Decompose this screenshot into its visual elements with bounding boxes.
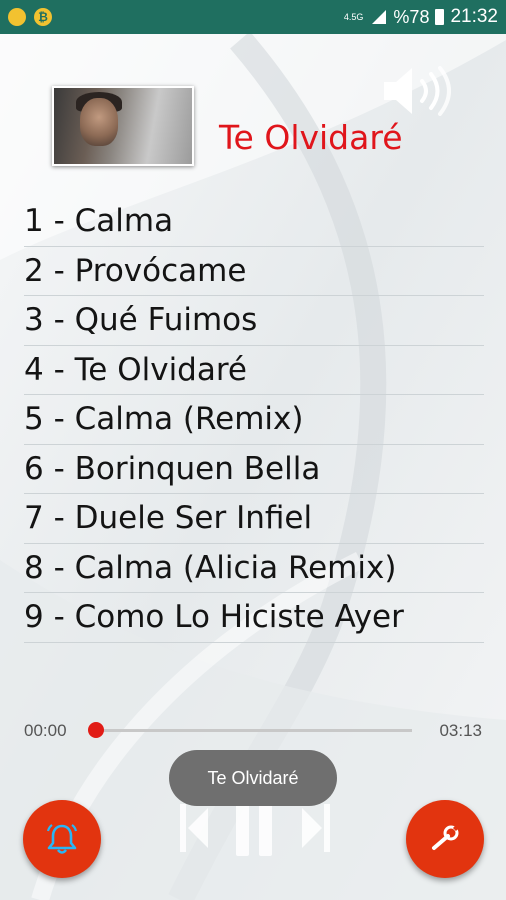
bell-icon — [46, 824, 78, 854]
track-label: 1 - Calma — [24, 203, 174, 240]
track-item[interactable]: 7 - Duele Ser Infiel — [24, 494, 484, 544]
track-item[interactable]: 2 - Provócame — [24, 247, 484, 296]
playback-progress: 00:00 03:13 — [0, 712, 506, 748]
volume-icon[interactable] — [380, 64, 466, 118]
clock: 21:32 — [450, 6, 498, 27]
track-label: 7 - Duele Ser Infiel — [24, 500, 313, 537]
network-type: 4.5G — [343, 11, 364, 22]
track-list: 1 - Calma 2 - Provócame 3 - Qué Fuimos 4… — [24, 197, 484, 643]
track-item[interactable]: 8 - Calma (Alicia Remix) — [24, 544, 484, 593]
track-label: 5 - Calma (Remix) — [24, 401, 304, 438]
now-playing-header: Te Olvidaré — [0, 34, 506, 194]
toast-message: Te Olvidaré — [169, 750, 337, 806]
track-label: 6 - Borinquen Bella — [24, 450, 321, 487]
track-item[interactable]: 5 - Calma (Remix) — [24, 395, 484, 445]
track-item[interactable]: 9 - Como Lo Hiciste Ayer — [24, 593, 484, 643]
pause-button[interactable] — [232, 800, 276, 860]
duration: 03:13 — [439, 721, 482, 740]
previous-button[interactable] — [176, 800, 212, 856]
track-item[interactable]: 4 - Te Olvidaré — [24, 346, 484, 395]
track-label: 8 - Calma (Alicia Remix) — [24, 549, 397, 586]
battery-percent: %78 — [393, 6, 430, 27]
track-item[interactable]: 1 - Calma — [24, 197, 484, 247]
battery-icon — [435, 9, 445, 25]
bitcoin-icon: ₿ — [34, 8, 52, 26]
now-playing-title: Te Olvidaré — [219, 118, 403, 157]
current-time: 00:00 — [24, 721, 67, 740]
track-label: 4 - Te Olvidaré — [24, 351, 247, 388]
seek-thumb[interactable] — [88, 722, 104, 738]
track-item[interactable]: 3 - Qué Fuimos — [24, 296, 484, 346]
track-label: 9 - Como Lo Hiciste Ayer — [24, 599, 404, 636]
next-button[interactable] — [298, 800, 334, 856]
track-label: 2 - Provócame — [24, 252, 247, 289]
signal-icon — [372, 10, 387, 24]
wrench-icon — [432, 825, 459, 850]
track-item[interactable]: 6 - Borinquen Bella — [24, 445, 484, 494]
track-label: 3 - Qué Fuimos — [24, 302, 258, 339]
settings-button[interactable] — [406, 800, 484, 878]
seek-bar[interactable] — [88, 722, 412, 738]
circle-notification-icon — [8, 8, 26, 26]
alarm-button[interactable] — [23, 800, 101, 878]
album-art — [52, 86, 194, 166]
status-bar: ₿ 4.5G %78 21:32 — [0, 0, 506, 34]
